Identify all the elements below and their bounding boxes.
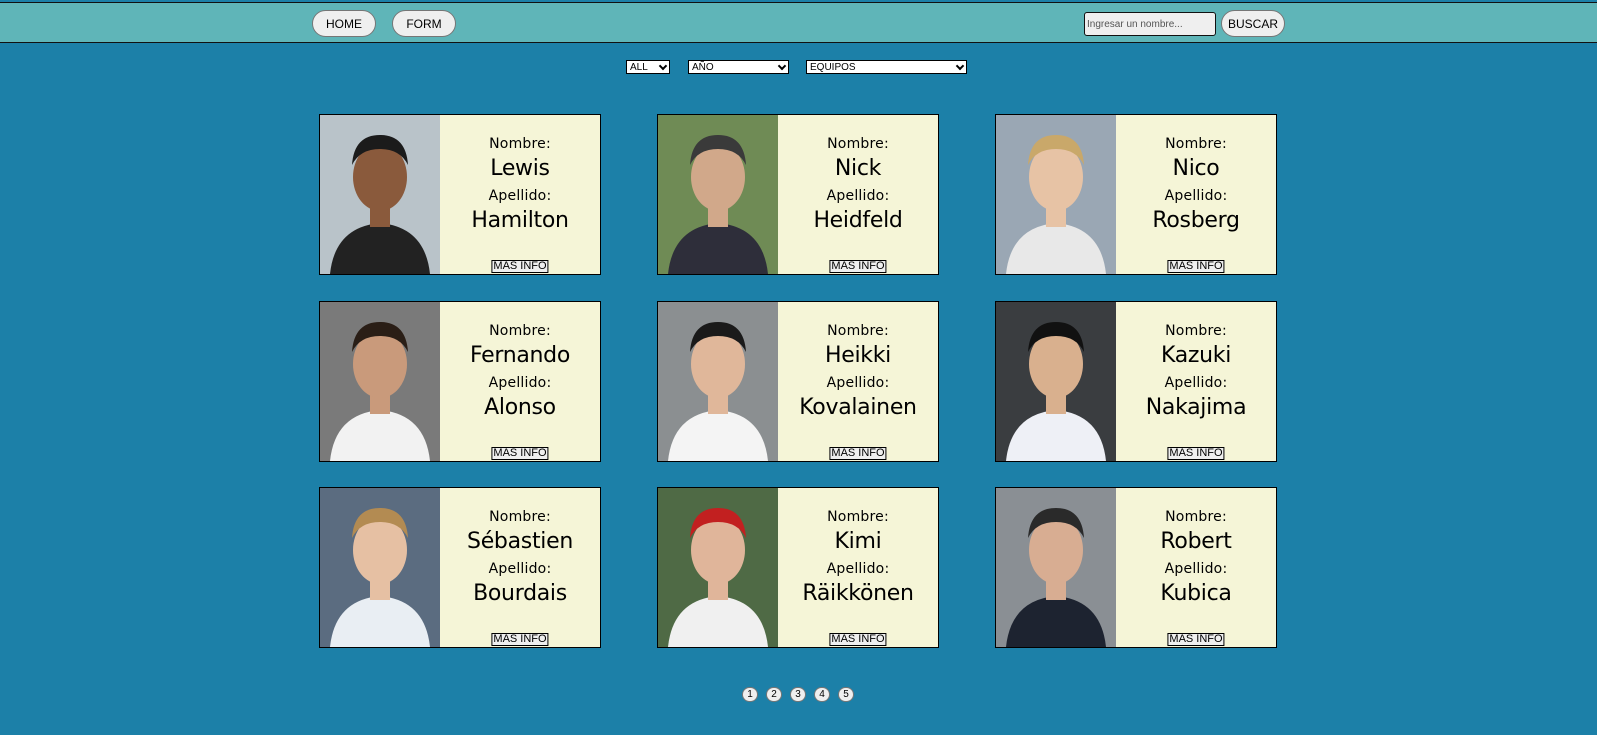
driver-last-name: Kovalainen (799, 395, 917, 420)
search-button[interactable]: BUSCAR (1221, 10, 1285, 37)
driver-card: Nombre: Kazuki Apellido: Nakajima MAS INFO (995, 301, 1277, 462)
last-name-label: Apellido: (826, 561, 890, 577)
driver-info: Nombre: Kimi Apellido: Räikkönen MAS INFO (778, 488, 938, 647)
search-input[interactable] (1084, 12, 1216, 36)
driver-first-name: Sébastien (467, 529, 573, 554)
top-navbar: HOME FORM BUSCAR (0, 2, 1597, 43)
driver-info: Nombre: Heikki Apellido: Kovalainen MAS INFO (778, 302, 938, 461)
order-filter-value: ALL (630, 61, 648, 73)
driver-card: Nombre: Robert Apellido: Kubica MAS INFO (995, 487, 1277, 648)
last-name-label: Apellido: (1164, 375, 1228, 391)
driver-info: Nombre: Nick Apellido: Heidfeld MAS INFO (778, 115, 938, 274)
driver-card: Nombre: Kimi Apellido: Räikkönen MAS INFO (657, 487, 939, 648)
more-info-button[interactable]: MAS INFO (1167, 260, 1225, 273)
driver-card: Nombre: Fernando Apellido: Alonso MAS INFO (319, 301, 601, 462)
driver-card: Nombre: Nick Apellido: Heidfeld MAS INFO (657, 114, 939, 275)
page-button[interactable]: 2 (766, 687, 782, 702)
first-name-label: Nombre: (1165, 323, 1227, 339)
driver-card: Nombre: Heikki Apellido: Kovalainen MAS INFO (657, 301, 939, 462)
driver-info: Nombre: Fernando Apellido: Alonso MAS INFO (440, 302, 600, 461)
driver-photo (320, 302, 440, 461)
driver-photo (658, 115, 778, 274)
driver-photo (996, 302, 1116, 461)
last-name-label: Apellido: (1164, 188, 1228, 204)
page-button[interactable]: 1 (742, 687, 758, 702)
teams-filter-select[interactable]: EQUIPOS (806, 60, 967, 74)
last-name-label: Apellido: (826, 375, 890, 391)
chevron-down-icon (658, 61, 668, 71)
driver-photo (658, 488, 778, 647)
first-name-label: Nombre: (1165, 509, 1227, 525)
driver-last-name: Hamilton (471, 208, 569, 233)
driver-info: Nombre: Kazuki Apellido: Nakajima MAS INFO (1116, 302, 1276, 461)
driver-card: Nombre: Nico Apellido: Rosberg MAS INFO (995, 114, 1277, 275)
page-button[interactable]: 3 (790, 687, 806, 702)
page-button[interactable]: 4 (814, 687, 830, 702)
driver-last-name: Alonso (484, 395, 556, 420)
more-info-button[interactable]: MAS INFO (491, 633, 549, 646)
pagination: 12345 (0, 687, 1597, 703)
order-filter-select[interactable]: ALL (626, 60, 670, 74)
driver-first-name: Kazuki (1160, 343, 1232, 368)
driver-photo (320, 115, 440, 274)
driver-card: Nombre: Sébastien Apellido: Bourdais MAS INF… (319, 487, 601, 648)
last-name-label: Apellido: (488, 375, 552, 391)
more-info-button[interactable]: MAS INFO (491, 447, 549, 460)
more-info-button[interactable]: MAS INFO (829, 260, 887, 273)
driver-last-name: Rosberg (1152, 208, 1240, 233)
driver-first-name: Nico (1172, 156, 1220, 181)
chevron-down-icon (777, 61, 787, 71)
home-button[interactable]: HOME (312, 10, 376, 37)
driver-first-name: Robert (1160, 529, 1232, 554)
driver-first-name: Nick (834, 156, 882, 181)
driver-first-name: Lewis (490, 156, 550, 181)
last-name-label: Apellido: (488, 561, 552, 577)
first-name-label: Nombre: (489, 509, 551, 525)
driver-photo (996, 488, 1116, 647)
first-name-label: Nombre: (489, 323, 551, 339)
driver-info: Nombre: Sébastien Apellido: Bourdais MAS INF… (440, 488, 600, 647)
driver-last-name: Bourdais (473, 581, 567, 606)
first-name-label: Nombre: (827, 509, 889, 525)
last-name-label: Apellido: (488, 188, 552, 204)
last-name-label: Apellido: (1164, 561, 1228, 577)
driver-last-name: Heidfeld (813, 208, 903, 233)
driver-info: Nombre: Nico Apellido: Rosberg MAS INFO (1116, 115, 1276, 274)
more-info-button[interactable]: MAS INFO (1167, 633, 1225, 646)
first-name-label: Nombre: (827, 136, 889, 152)
form-button[interactable]: FORM (392, 10, 456, 37)
driver-info: Nombre: Lewis Apellido: Hamilton MAS INFO (440, 115, 600, 274)
driver-first-name: Kimi (834, 529, 882, 554)
driver-photo (996, 115, 1116, 274)
driver-photo (658, 302, 778, 461)
driver-card: Nombre: Lewis Apellido: Hamilton MAS INFO (319, 114, 601, 275)
first-name-label: Nombre: (827, 323, 889, 339)
driver-first-name: Fernando (469, 343, 571, 368)
more-info-button[interactable]: MAS INFO (1167, 447, 1225, 460)
page-button[interactable]: 5 (838, 687, 854, 702)
chevron-down-icon (955, 61, 965, 71)
last-name-label: Apellido: (826, 188, 890, 204)
driver-last-name: Nakajima (1145, 395, 1247, 420)
driver-last-name: Räikkönen (802, 581, 914, 606)
teams-filter-value: EQUIPOS (810, 61, 856, 73)
driver-first-name: Heikki (825, 343, 891, 368)
driver-info: Nombre: Robert Apellido: Kubica MAS INFO (1116, 488, 1276, 647)
more-info-button[interactable]: MAS INFO (829, 633, 887, 646)
year-filter-select[interactable]: AÑO (688, 60, 789, 74)
first-name-label: Nombre: (1165, 136, 1227, 152)
more-info-button[interactable]: MAS INFO (491, 260, 549, 273)
more-info-button[interactable]: MAS INFO (829, 447, 887, 460)
year-filter-value: AÑO (692, 61, 714, 73)
driver-last-name: Kubica (1160, 581, 1232, 606)
first-name-label: Nombre: (489, 136, 551, 152)
driver-photo (320, 488, 440, 647)
